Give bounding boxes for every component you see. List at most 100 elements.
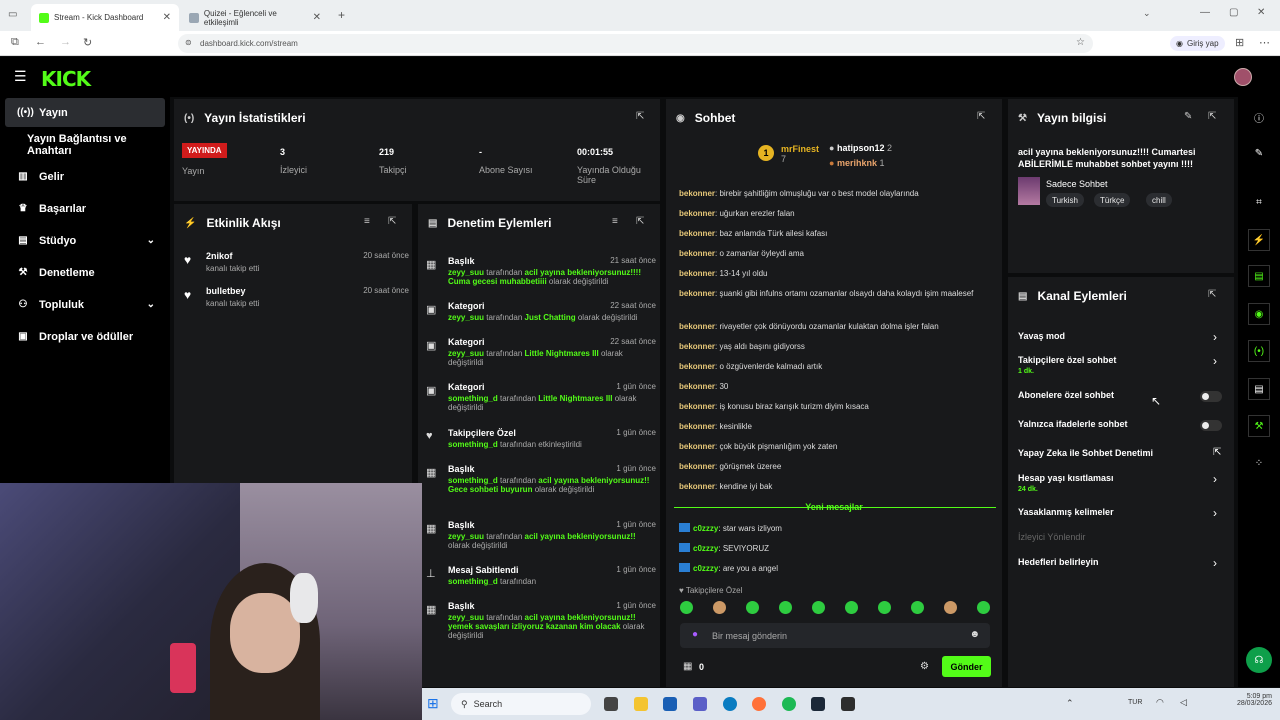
chat-username[interactable]: bekonner [679,289,715,298]
steam-icon[interactable] [811,697,825,711]
chevron-right-icon[interactable]: › [1213,506,1217,520]
channel-action-2[interactable]: Abonelere özel sohbet [1018,390,1114,400]
emote-icon[interactable] [713,601,726,614]
server-icon[interactable]: ▤ [1248,378,1270,400]
url-field[interactable]: ⊜ dashboard.kick.com/stream ☆ [178,34,1093,53]
kick-logo[interactable]: KICK [41,67,91,91]
chat-username[interactable]: bekonner [679,249,715,258]
sidebar-item-basarilar[interactable]: ♛ Başarılar [5,194,165,223]
chat-username[interactable]: bekonner [679,229,715,238]
sidebar-item-droplar[interactable]: ▣ Droplar ve ödüller [5,322,165,351]
wrench-icon[interactable]: ⚒ [1248,415,1270,437]
firefox-icon[interactable] [752,697,766,711]
support-headset-icon[interactable]: ☊ [1246,647,1272,673]
site-info-icon[interactable]: ⊜ [185,38,192,47]
wifi-icon[interactable]: ◠ [1156,697,1164,708]
chat-username[interactable]: bekonner [679,482,715,491]
popout-icon[interactable]: ⇱ [977,111,985,122]
chat-settings-gear-icon[interactable]: ⚙ [920,661,929,672]
sidebar-item-yayin-baglantisi[interactable]: Yayın Bağlantısı ve Anahtarı [5,130,165,159]
chat-username[interactable]: bekonner [679,422,715,431]
edit-pencil-icon[interactable]: ✎ [1248,142,1270,164]
chat-username[interactable]: c0zzzy [693,564,718,573]
chat-username[interactable]: bekonner [679,189,715,198]
filter-icon[interactable]: ≡ [364,216,370,227]
top-gifter-3[interactable]: ● merihknk 1 [829,158,885,168]
sidebar-item-yayin[interactable]: ((•)) Yayın [5,98,165,127]
chat-bubble-icon[interactable]: ◉ [1248,303,1270,325]
clock[interactable]: 5:09 pm 28/03/2026 [1232,693,1272,707]
tray-chevron-icon[interactable]: ⌃ [1066,698,1074,709]
emote-icon[interactable] [977,601,990,614]
activity-user[interactable]: bulletbey [206,286,246,296]
chat-username[interactable]: bekonner [679,322,715,331]
tag-chip[interactable]: chill [1146,193,1172,207]
chat-username[interactable]: bekonner [679,402,715,411]
menu-dots-icon[interactable]: ⋯ [1259,36,1270,49]
emote-icon[interactable] [911,601,924,614]
chat-username[interactable]: bekonner [679,362,715,371]
reload-icon[interactable]: ↻ [83,36,92,49]
moderator-name[interactable]: something_d [448,394,498,403]
hamburger-menu-icon[interactable]: ☰ [14,68,27,85]
tab-kick-dashboard[interactable]: Stream - Kick Dashboard ✕ [31,4,179,31]
category-name[interactable]: Sadece Sohbet [1046,179,1108,189]
emote-icon[interactable] [812,601,825,614]
taskbar-search[interactable]: ⚲ Search [451,693,591,715]
info-icon[interactable]: ⓘ [1248,106,1270,128]
minimize-icon[interactable]: — [1200,7,1210,18]
task-view-icon[interactable] [604,697,618,711]
close-tab-icon[interactable]: ✕ [163,12,171,23]
signin-button[interactable]: ◉ Giriş yap [1170,36,1225,51]
activity-user[interactable]: 2nikof [206,251,233,261]
avatar[interactable] [1234,68,1252,86]
obs-icon[interactable] [841,697,855,711]
emote-icon[interactable] [779,601,792,614]
popout-icon[interactable]: ⇱ [1208,111,1216,122]
channel-action-1[interactable]: Takipçilere özel sohbet 1 dk. [1018,355,1116,375]
popout-icon[interactable]: ⇱ [388,216,396,227]
maximize-icon[interactable]: ▢ [1229,7,1238,18]
tag-chip[interactable]: Türkçe [1094,193,1131,207]
sidebar-item-denetleme[interactable]: ⚒ Denetleme [5,258,165,287]
crop-icon[interactable]: ⌗ [1248,191,1270,213]
popout-icon[interactable]: ⇱ [636,216,644,227]
chat-username[interactable]: bekonner [679,269,715,278]
top-gifter-2[interactable]: ● hatipson12 2 [829,143,892,153]
tag-chip[interactable]: Turkish [1046,193,1084,207]
moderator-name[interactable]: zeyy_suu [448,349,484,358]
sidebar-item-topluluk[interactable]: ⚇ Topluluk ⌄ [5,290,165,319]
moderator-name[interactable]: zeyy_suu [448,268,484,277]
spotify-icon[interactable] [782,697,796,711]
forward-icon[interactable]: → [60,36,71,48]
send-button[interactable]: Gönder [942,656,991,677]
teams-icon[interactable] [693,697,707,711]
mic-icon[interactable]: ● [692,629,698,640]
emote-icon[interactable] [878,601,891,614]
new-tab-icon[interactable]: + [338,8,345,22]
bolt-icon[interactable]: ⚡ [1248,229,1270,251]
toggle-switch[interactable] [1200,420,1222,431]
apps-icon[interactable]: ⁘ [1248,452,1270,474]
document-icon[interactable]: ▤ [1248,265,1270,287]
top-gifter-1[interactable]: mrFinest 7 [781,144,819,164]
chat-username[interactable]: c0zzzy [693,524,718,533]
channel-action-5[interactable]: Hesap yaşı kısıtlaması 24 dk. [1018,473,1114,493]
tab-search-icon[interactable]: ⌄ [1143,8,1151,19]
chevron-right-icon[interactable]: › [1213,556,1217,570]
tab-actions-icon[interactable]: ▭ [8,9,17,20]
moderator-name[interactable]: something_d [448,577,498,586]
popout-icon[interactable]: ⇱ [636,111,644,122]
workspace-icon[interactable]: ⧉ [11,36,19,49]
channel-points-icon[interactable]: ▦ [683,661,692,672]
emote-icon[interactable] [746,601,759,614]
close-window-icon[interactable]: ✕ [1257,7,1265,18]
channel-action-6[interactable]: Yasaklanmış kelimeler [1018,507,1114,517]
moderator-name[interactable]: zeyy_suu [448,613,484,622]
toggle-switch[interactable] [1200,391,1222,402]
channel-action-4[interactable]: Yapay Zeka ile Sohbet Denetimi [1018,448,1153,458]
moderator-name[interactable]: zeyy_suu [448,532,484,541]
back-icon[interactable]: ← [35,36,46,48]
moderator-name[interactable]: something_d [448,476,498,485]
channel-action-0[interactable]: Yavaş mod [1018,331,1065,341]
